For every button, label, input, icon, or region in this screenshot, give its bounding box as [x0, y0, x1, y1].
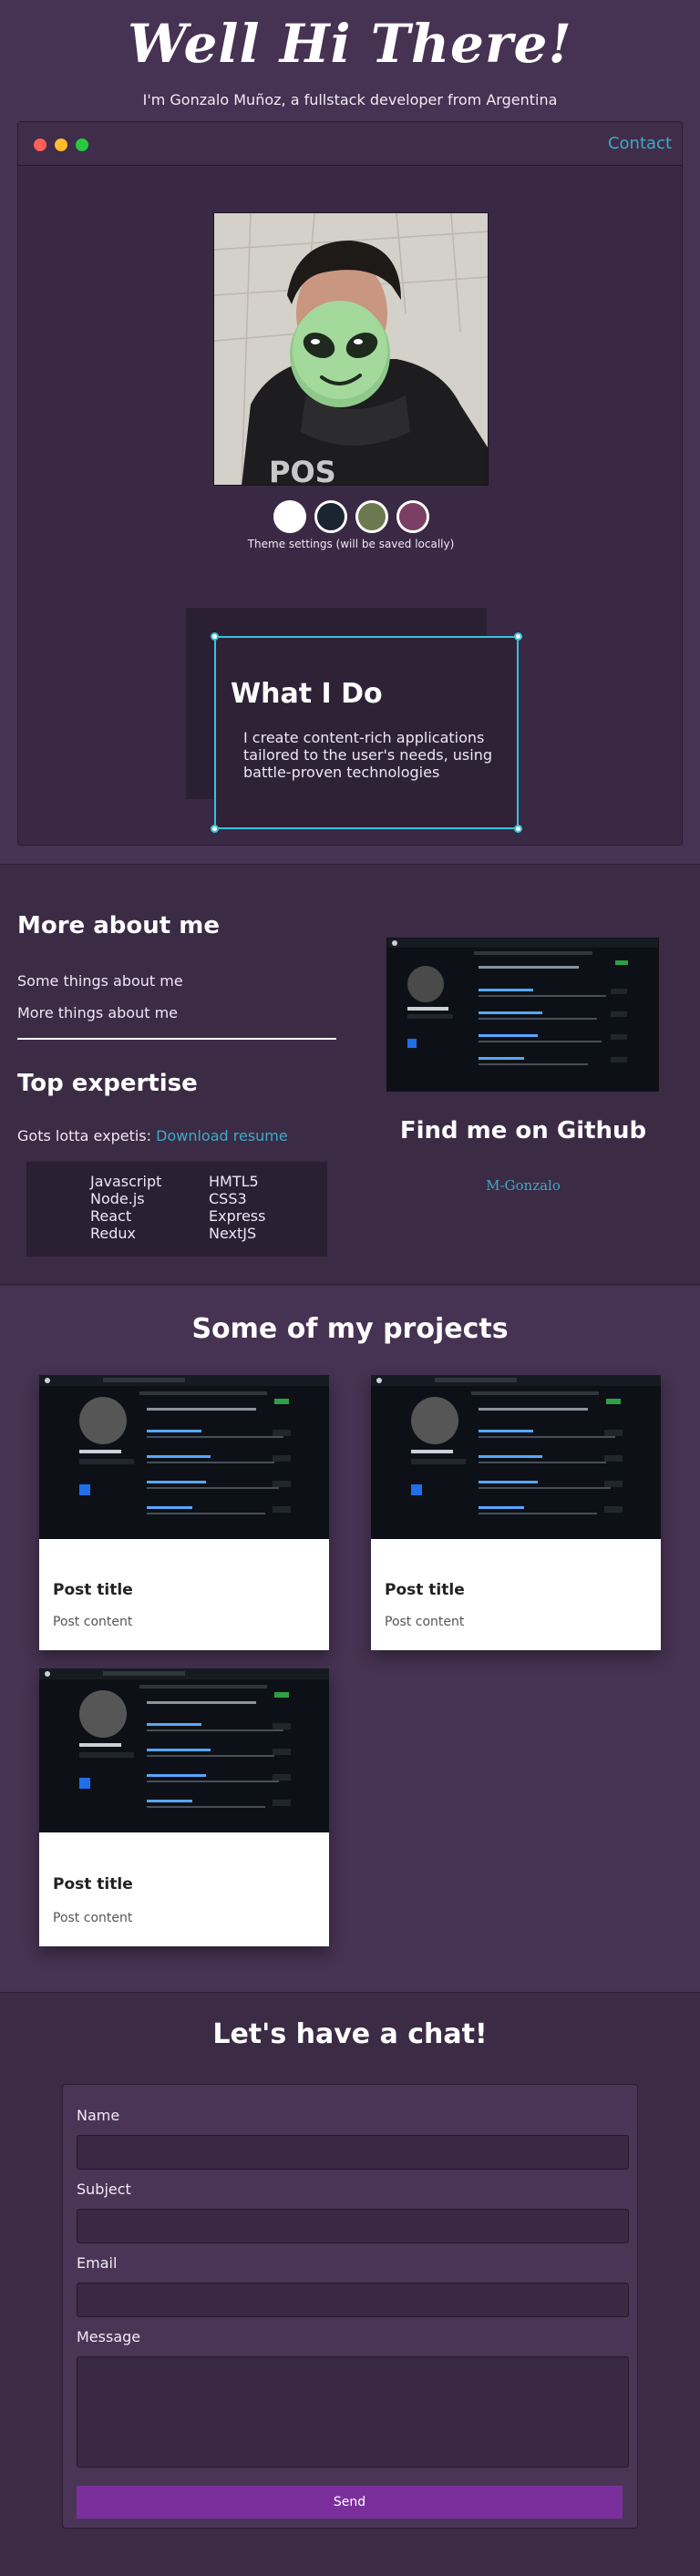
theme-swatch-dark[interactable]: [314, 500, 347, 533]
contact-title: Let's have a chat!: [212, 2018, 488, 2050]
project-screenshot: [39, 1668, 329, 1832]
skill-item: NextJS: [209, 1225, 257, 1242]
skill-item: Express: [209, 1207, 266, 1225]
skill-item: Node.js: [90, 1190, 145, 1207]
skill-item: CSS3: [209, 1190, 247, 1207]
expertise-text: Gots lotta expetis:: [17, 1127, 152, 1144]
theme-swatch-white[interactable]: [273, 500, 306, 533]
subject-field[interactable]: [77, 2209, 629, 2243]
name-field[interactable]: [77, 2135, 629, 2170]
expertise-title: Top expertise: [17, 1070, 198, 1097]
project-title: Post title: [385, 1581, 465, 1599]
project-content: Post content: [53, 1615, 133, 1629]
project-title: Post title: [53, 1875, 133, 1894]
resize-handle-icon[interactable]: [514, 825, 522, 833]
project-title: Post title: [53, 1581, 133, 1599]
what-i-do-card[interactable]: What I Do I create content-rich applicat…: [211, 632, 522, 833]
close-dot-icon[interactable]: [34, 139, 46, 151]
project-screenshot: [371, 1375, 661, 1539]
project-screenshot: [39, 1375, 329, 1539]
project-content: Post content: [385, 1615, 465, 1629]
theme-swatches: [18, 500, 684, 533]
message-label: Message: [77, 2328, 141, 2345]
skills-list: Javascript Node.js React Redux: [90, 1173, 209, 1257]
more-about-title: More about me: [17, 912, 220, 939]
greeting-title: Well Hi There!: [128, 13, 572, 75]
theme-swatch-plum[interactable]: [396, 500, 429, 533]
browser-window: Contact POS Theme settings (will be save…: [17, 121, 683, 846]
project-content: Post content: [53, 1911, 133, 1925]
subject-label: Subject: [77, 2181, 131, 2198]
skills-box: Javascript Node.js React Redux HMTL5 CSS…: [26, 1162, 327, 1257]
window-titlebar: Contact: [18, 122, 682, 166]
resize-handle-icon[interactable]: [211, 825, 219, 833]
skill-item: React: [90, 1207, 132, 1225]
theme-swatch-olive[interactable]: [355, 500, 388, 533]
message-field[interactable]: [77, 2356, 629, 2468]
theme-note: Theme settings (will be saved locally): [247, 538, 455, 550]
divider: [17, 1038, 336, 1040]
skill-item: Redux: [90, 1225, 137, 1242]
expertise-line: Gots lotta expetis: Download resume: [17, 1127, 288, 1144]
about-line: More things about me: [17, 1004, 179, 1021]
skills-list: HMTL5 CSS3 Express NextJS: [209, 1173, 327, 1257]
hero-section: Well Hi There! I'm Gonzalo Muñoz, a full…: [0, 0, 700, 864]
github-title: Find me on Github: [399, 1117, 647, 1144]
resize-handle-icon[interactable]: [514, 632, 522, 641]
contact-link[interactable]: Contact: [608, 134, 672, 153]
minimize-dot-icon[interactable]: [55, 139, 67, 151]
contact-form: Name Subject Email Message Send: [62, 2084, 638, 2529]
about-line: Some things about me: [17, 972, 183, 990]
project-card[interactable]: Post title Post content: [371, 1375, 661, 1650]
svg-text:POS: POS: [269, 455, 336, 486]
what-i-do-title: What I Do: [231, 678, 383, 710]
intro-text: I'm Gonzalo Muñoz, a fullstack developer…: [142, 91, 558, 108]
skill-item: HMTL5: [209, 1173, 259, 1190]
about-section: More about me Some things about me More …: [0, 864, 700, 1285]
email-field[interactable]: [77, 2283, 629, 2317]
skill-item: Javascript: [90, 1173, 162, 1190]
github-screenshot[interactable]: [386, 938, 659, 1092]
project-card[interactable]: Post title Post content: [39, 1375, 329, 1650]
resize-handle-icon[interactable]: [211, 632, 219, 641]
contact-section: Let's have a chat! Name Subject Email Me…: [0, 1992, 700, 2576]
send-button[interactable]: Send: [77, 2486, 623, 2519]
maximize-dot-icon[interactable]: [76, 139, 88, 151]
projects-title: Some of my projects: [191, 1313, 509, 1345]
what-i-do-text: I create content-rich applications tailo…: [243, 729, 492, 781]
github-user-link[interactable]: M-Gonzalo: [386, 1177, 660, 1194]
email-label: Email: [77, 2254, 118, 2272]
download-resume-link[interactable]: Download resume: [156, 1127, 288, 1144]
projects-section: Some of my projects Post title Post cont…: [0, 1286, 700, 1992]
name-label: Name: [77, 2107, 120, 2124]
project-card[interactable]: Post title Post content: [39, 1668, 329, 1946]
profile-photo: POS: [213, 212, 489, 486]
